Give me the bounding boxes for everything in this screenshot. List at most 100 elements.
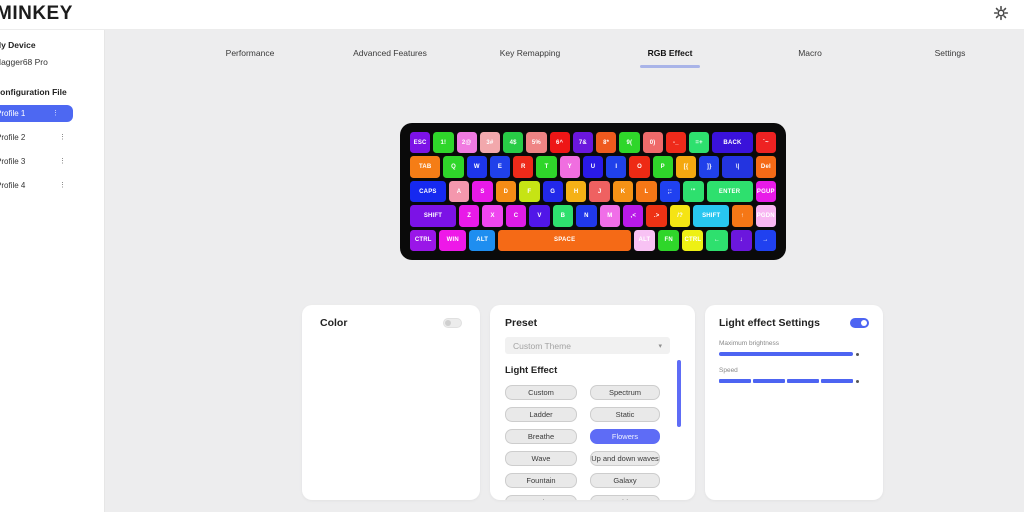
tab-performance[interactable]: Performance [180, 40, 320, 76]
kebab-menu-icon[interactable]: ⋮ [59, 134, 66, 141]
key-back[interactable]: BACK [712, 132, 753, 153]
key-7[interactable]: 7& [573, 132, 593, 153]
key-symbol[interactable]: [{ [676, 156, 696, 177]
key-n[interactable]: N [576, 205, 596, 226]
key-l[interactable]: L [636, 181, 656, 202]
key-win[interactable]: WIN [439, 230, 465, 251]
key-symbol[interactable]: '" [683, 181, 703, 202]
key-g[interactable]: G [543, 181, 563, 202]
effect-static-button[interactable]: Static [590, 407, 660, 422]
key-w[interactable]: W [467, 156, 487, 177]
key-6[interactable]: 6^ [550, 132, 570, 153]
key-a[interactable]: A [449, 181, 469, 202]
key-t[interactable]: T [536, 156, 556, 177]
effect-tide-button[interactable]: Tide [590, 495, 660, 500]
effect-spin-button[interactable]: Spin [505, 495, 577, 500]
effect-breathe-button[interactable]: Breathe [505, 429, 577, 444]
key-m[interactable]: M [600, 205, 620, 226]
effect-wave-button[interactable]: Wave [505, 451, 577, 466]
key-5[interactable]: 5% [526, 132, 546, 153]
effect-flowers-button[interactable]: Flowers [590, 429, 660, 444]
key-space[interactable]: SPACE [498, 230, 630, 251]
key-k[interactable]: K [613, 181, 633, 202]
key-pgup[interactable]: PGUP [756, 181, 776, 202]
brightness-slider-handle[interactable] [856, 353, 859, 356]
key-e[interactable]: E [490, 156, 510, 177]
tab-key-remapping[interactable]: Key Remapping [460, 40, 600, 76]
tab-settings[interactable]: Settings [880, 40, 1020, 76]
key-b[interactable]: B [553, 205, 573, 226]
effect-galaxy-button[interactable]: Galaxy [590, 473, 660, 488]
key-enter[interactable]: ENTER [707, 181, 753, 202]
kebab-menu-icon[interactable]: ⋮ [59, 182, 66, 189]
settings-gear-icon[interactable] [993, 5, 1009, 21]
key-alt[interactable]: ALT [634, 230, 655, 251]
key-d[interactable]: D [496, 181, 516, 202]
key-s[interactable]: S [472, 181, 492, 202]
key-v[interactable]: V [529, 205, 549, 226]
kebab-menu-icon[interactable]: ⋮ [59, 158, 66, 165]
sidebar-item-profile-2[interactable]: Profile 2⋮ [0, 129, 73, 146]
sidebar-item-profile-3[interactable]: Profile 3⋮ [0, 153, 73, 170]
effect-up-and-down-waves-button[interactable]: Up and down waves [590, 451, 660, 466]
key-symbol[interactable]: ,< [623, 205, 643, 226]
key-esc[interactable]: ESC [410, 132, 430, 153]
sidebar-item-profile-1[interactable]: Profile 1⋮ [0, 105, 73, 122]
kebab-menu-icon[interactable]: ⋮ [52, 110, 59, 117]
key-shift[interactable]: SHIFT [693, 205, 729, 226]
key-ctrl[interactable]: CTRL [410, 230, 436, 251]
key-ctrl[interactable]: CTRL [682, 230, 703, 251]
key-y[interactable]: Y [560, 156, 580, 177]
key-symbol[interactable]: /? [670, 205, 690, 226]
effect-fountain-button[interactable]: Fountain [505, 473, 577, 488]
key-symbol[interactable]: ]} [699, 156, 719, 177]
key-symbol[interactable]: =+ [689, 132, 709, 153]
key-symbol[interactable]: -_ [666, 132, 686, 153]
key-del[interactable]: Del [756, 156, 776, 177]
key-2[interactable]: 2@ [457, 132, 477, 153]
key-z[interactable]: Z [459, 205, 479, 226]
key-arrow-down[interactable]: ↓ [731, 230, 752, 251]
key-symbol[interactable]: .> [646, 205, 666, 226]
key-o[interactable]: O [629, 156, 649, 177]
key-arrow-up[interactable]: ↑ [732, 205, 752, 226]
speed-slider-handle[interactable] [856, 380, 859, 383]
effect-custom-button[interactable]: Custom [505, 385, 577, 400]
key-i[interactable]: I [606, 156, 626, 177]
key-4[interactable]: 4$ [503, 132, 523, 153]
key-j[interactable]: J [589, 181, 609, 202]
brightness-slider[interactable] [719, 352, 853, 356]
key-9[interactable]: 9( [619, 132, 639, 153]
key-pgdn[interactable]: PGDN [756, 205, 776, 226]
key-caps[interactable]: CAPS [410, 181, 446, 202]
key-3[interactable]: 3# [480, 132, 500, 153]
key-arrow-right[interactable]: → [755, 230, 776, 251]
key-fn[interactable]: FN [658, 230, 679, 251]
key-1[interactable]: 1! [433, 132, 453, 153]
key-arrow-left[interactable]: ← [706, 230, 727, 251]
tab-macro[interactable]: Macro [740, 40, 880, 76]
key-symbol[interactable]: `~ [756, 132, 776, 153]
key-p[interactable]: P [653, 156, 673, 177]
key-x[interactable]: X [482, 205, 502, 226]
device-name[interactable]: Magger68 Pro [0, 57, 102, 67]
key-q[interactable]: Q [443, 156, 463, 177]
key-tab[interactable]: TAB [410, 156, 440, 177]
key-symbol[interactable]: \| [722, 156, 752, 177]
key-8[interactable]: 8* [596, 132, 616, 153]
preset-theme-dropdown[interactable]: Custom Theme ▾ [505, 337, 670, 354]
key-shift[interactable]: SHIFT [410, 205, 456, 226]
key-f[interactable]: F [519, 181, 539, 202]
light-effect-toggle[interactable] [850, 318, 869, 328]
tab-advanced-features[interactable]: Advanced Features [320, 40, 460, 76]
tab-rgb-effect[interactable]: RGB Effect [600, 40, 740, 76]
key-h[interactable]: H [566, 181, 586, 202]
effect-ladder-button[interactable]: Ladder [505, 407, 577, 422]
key-r[interactable]: R [513, 156, 533, 177]
key-alt[interactable]: ALT [469, 230, 495, 251]
color-toggle[interactable] [443, 318, 462, 328]
key-c[interactable]: C [506, 205, 526, 226]
preset-scrollbar-thumb[interactable] [677, 360, 681, 427]
sidebar-item-profile-4[interactable]: Profile 4⋮ [0, 177, 73, 194]
key-0[interactable]: 0) [643, 132, 663, 153]
